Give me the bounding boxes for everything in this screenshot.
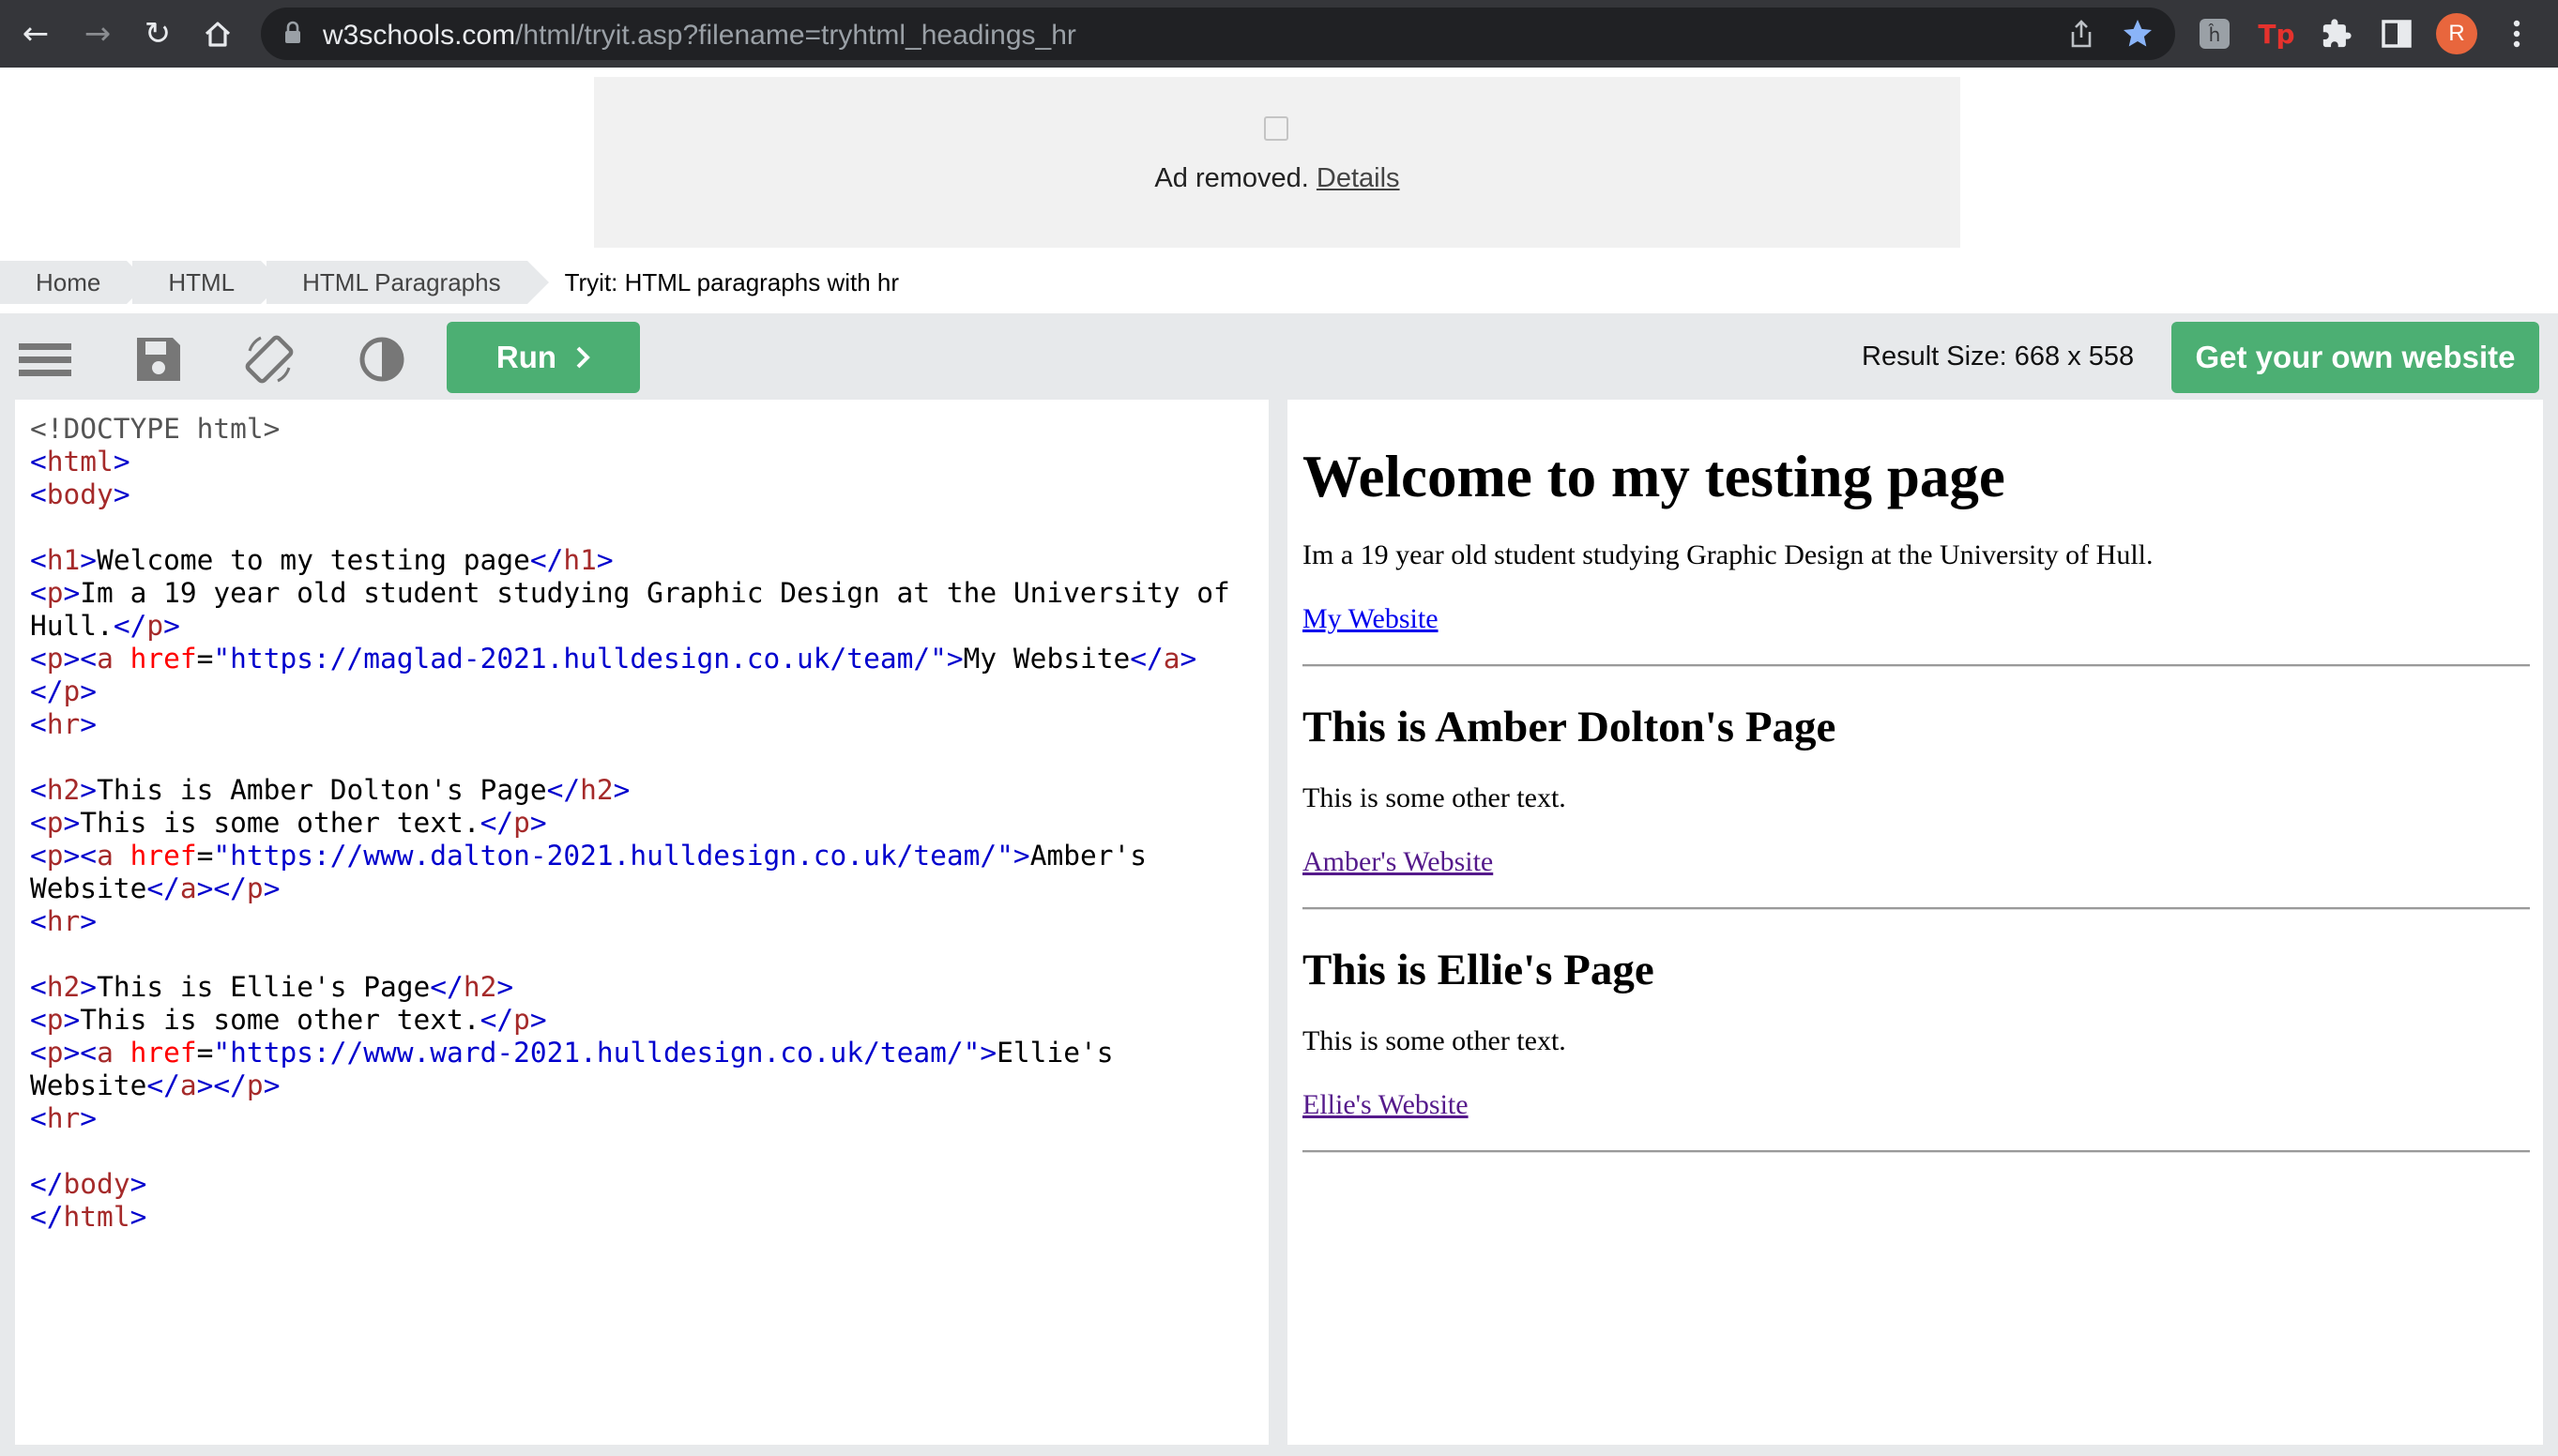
ad-details-link[interactable]: Details [1317,163,1400,193]
ad-removed-banner: Ad removed. Details [594,77,1960,248]
run-button-label: Run [495,340,557,374]
rotate-orientation-icon[interactable] [242,332,297,387]
code-line[interactable]: <h2>This is Amber Dolton's Page</h2> [30,774,1269,807]
code-line[interactable]: <p><a href="https://maglad-2021.hulldesi… [30,643,1269,675]
code-line[interactable]: <html> [30,446,1269,478]
code-line[interactable] [30,1135,1269,1168]
extensions-puzzle-icon[interactable] [2318,15,2355,53]
breadcrumb-html[interactable]: HTML [132,261,282,304]
result-link-ellie-website[interactable]: Ellie's Website [1302,1089,1469,1120]
chevron-right-icon [576,346,590,369]
code-line[interactable]: <p><a href="https://www.ward-2021.hullde… [30,1037,1269,1069]
result-link-amber-website[interactable]: Amber's Website [1302,846,1493,877]
profile-avatar[interactable]: R [2436,13,2477,54]
reload-icon[interactable]: ↻ [135,11,180,56]
code-line[interactable]: Website</a></p> [30,872,1269,905]
code-line[interactable]: <body> [30,478,1269,511]
result-amber-text: This is some other text. [1302,782,1566,813]
share-icon[interactable] [2064,17,2098,51]
code-line[interactable] [30,938,1269,971]
code-line[interactable]: Hull.</p> [30,610,1269,643]
result-heading-ellie: This is Ellie's Page [1302,946,1654,994]
url-text[interactable]: w3schools.com/html/tryit.asp?filename=tr… [323,20,1076,52]
code-line[interactable]: </html> [30,1201,1269,1234]
side-panel-icon[interactable] [2378,15,2415,53]
code-line[interactable]: <h1>Welcome to my testing page</h1> [30,544,1269,577]
code-line[interactable]: <p>This is some other text.</p> [30,807,1269,840]
code-lines[interactable]: <!DOCTYPE html> <html> <body> <h1>Welcome t… [30,413,1269,1234]
code-line[interactable]: </body> [30,1168,1269,1201]
result-intro-paragraph: Im a 19 year old student studying Graphi… [1302,539,2154,570]
result-divider [1302,1150,2530,1153]
run-button[interactable]: Run [447,322,640,393]
code-line[interactable]: <hr> [30,905,1269,938]
result-link-my-website[interactable]: My Website [1302,603,1439,634]
browser-toolbar: ← → ↻ w3schools.com/html/tryit.asp?filen… [0,0,2558,68]
ad-removed-text: Ad removed. [1154,163,1309,193]
forward-arrow-icon[interactable]: → [75,11,120,56]
code-line[interactable]: </p> [30,675,1269,708]
home-icon[interactable] [195,11,240,56]
code-line[interactable]: <p>Im a 19 year old student studying Gra… [30,577,1269,610]
address-bar[interactable]: w3schools.com/html/tryit.asp?filename=tr… [261,8,2175,60]
result-heading-amber: This is Amber Dolton's Page [1302,703,1836,751]
back-arrow-icon[interactable]: ← [13,11,58,56]
result-divider [1302,664,2530,667]
breadcrumb-html-paragraphs[interactable]: HTML Paragraphs [266,261,550,304]
breadcrumb-current: Tryit: HTML paragraphs with hr [564,268,899,296]
svg-text:ĥ: ĥ [2208,23,2221,46]
menu-kebab-icon[interactable] [2498,15,2535,53]
code-line[interactable]: <h2>This is Ellie's Page</h2> [30,971,1269,1004]
save-icon[interactable] [131,332,186,387]
code-line[interactable]: <hr> [30,708,1269,741]
extension-h-icon[interactable]: ĥ [2196,15,2233,53]
code-line[interactable]: <hr> [30,1102,1269,1135]
get-your-own-website-button[interactable]: Get your own website [2171,322,2539,393]
ad-close-icon [1264,116,1288,141]
breadcrumb-home[interactable]: Home [0,261,149,304]
lock-icon [285,21,300,43]
bookmark-star-icon[interactable] [2121,17,2155,51]
result-divider [1302,907,2530,910]
result-frame: Welcome to my testing page Im a 19 year … [1287,400,2543,1445]
code-line[interactable]: <p>This is some other text.</p> [30,1004,1269,1037]
code-line[interactable] [30,511,1269,544]
code-editor[interactable]: <!DOCTYPE html> <html> <body> <h1>Welcome t… [15,400,1269,1445]
result-ellie-text: This is some other text. [1302,1025,1566,1056]
result-size-label: Result Size: 668 x 558 [1862,341,2135,372]
hamburger-menu-icon[interactable] [19,332,73,387]
theme-contrast-icon[interactable] [355,332,409,387]
result-heading-main: Welcome to my testing page [1302,444,2005,509]
code-line[interactable] [30,741,1269,774]
code-line[interactable]: <!DOCTYPE html> [30,413,1269,446]
code-line[interactable]: <p><a href="https://www.dalton-2021.hull… [30,840,1269,872]
breadcrumb: Home HTML HTML Paragraphs Tryit: HTML pa… [0,261,931,304]
code-line[interactable]: Website</a></p> [30,1069,1269,1102]
extension-tp-icon[interactable]: Tp [2258,15,2295,53]
